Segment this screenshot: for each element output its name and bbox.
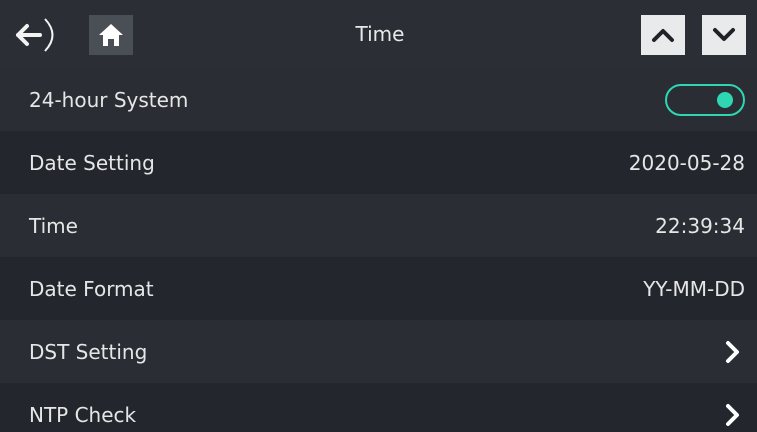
back-button[interactable]	[12, 17, 68, 53]
row-label: 24-hour System	[29, 87, 189, 112]
row-label: DST Setting	[29, 339, 148, 364]
home-button[interactable]	[89, 15, 133, 55]
row-label: NTP Check	[29, 402, 137, 427]
row-date-setting[interactable]: Date Setting 2020-05-28	[0, 131, 757, 194]
time-value: 22:39:34	[655, 213, 745, 238]
row-dst-setting[interactable]: DST Setting	[0, 320, 757, 383]
chevron-down-icon	[713, 28, 735, 41]
home-icon	[99, 24, 123, 46]
date-value: 2020-05-28	[628, 150, 745, 175]
page-title: Time	[355, 22, 405, 46]
24-hour-toggle[interactable]	[665, 83, 745, 116]
row-time[interactable]: Time 22:39:34	[0, 194, 757, 257]
row-label: Time	[29, 213, 78, 238]
row-24-hour-system[interactable]: 24-hour System	[0, 68, 757, 131]
chevron-right-icon	[721, 338, 745, 366]
settings-list: 24-hour System Date Setting 2020-05-28 T…	[0, 68, 757, 432]
scroll-up-button[interactable]	[641, 15, 685, 55]
date-format-value: YY-MM-DD	[643, 276, 745, 301]
header-bar: Time	[0, 0, 757, 68]
row-date-format[interactable]: Date Format YY-MM-DD	[0, 257, 757, 320]
chevron-right-icon	[721, 401, 745, 429]
toggle-knob	[717, 91, 733, 108]
row-label: Date Setting	[29, 150, 155, 175]
row-ntp-check[interactable]: NTP Check	[0, 383, 757, 432]
back-arrow-icon	[16, 18, 54, 52]
time-settings-screen: Time 24-hour System Date Setting 2020-05…	[0, 0, 757, 432]
chevron-up-icon	[652, 29, 674, 42]
row-label: Date Format	[29, 276, 154, 301]
scroll-down-button[interactable]	[702, 15, 746, 55]
